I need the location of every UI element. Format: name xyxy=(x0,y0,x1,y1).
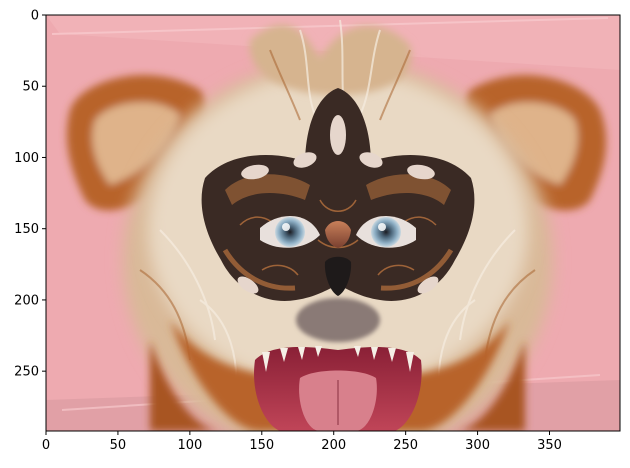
open-mouth xyxy=(254,346,422,431)
x-tick-label: 0 xyxy=(42,438,50,453)
image-content xyxy=(46,15,620,431)
x-tick-label: 50 xyxy=(110,438,127,453)
image-figure: 0 50 100 150 200 250 300 350 0 50 100 150 200 250 xyxy=(14,9,621,453)
y-tick-label: 250 xyxy=(14,365,39,380)
y-tick-label: 50 xyxy=(22,80,39,95)
x-tick-label: 150 xyxy=(249,438,274,453)
muzzle xyxy=(296,298,380,342)
y-tick-label: 100 xyxy=(14,151,39,166)
mask-crest-cutout xyxy=(330,115,346,155)
y-axis: 0 50 100 150 200 250 xyxy=(14,9,46,380)
x-tick-label: 100 xyxy=(177,438,202,453)
x-axis: 0 50 100 150 200 250 300 350 xyxy=(42,431,562,453)
y-tick-label: 0 xyxy=(31,9,39,24)
x-tick-label: 200 xyxy=(321,438,346,453)
y-tick-label: 200 xyxy=(14,293,39,308)
y-tick-label: 150 xyxy=(14,222,39,237)
x-tick-label: 300 xyxy=(465,438,490,453)
x-tick-label: 350 xyxy=(537,438,562,453)
x-tick-label: 250 xyxy=(393,438,418,453)
